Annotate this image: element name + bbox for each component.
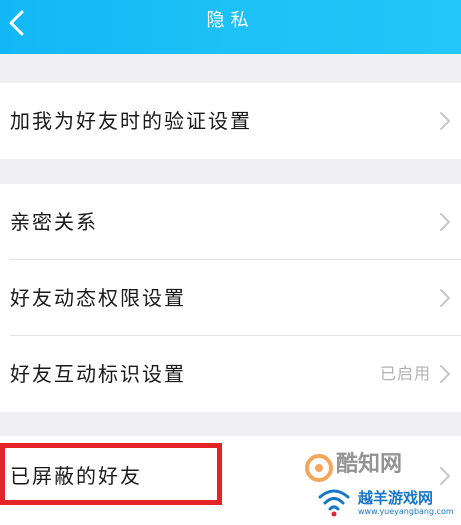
row-label: 加我为好友时的验证设置 <box>10 109 252 133</box>
chevron-right-icon <box>439 364 451 384</box>
watermark: 酷知网 越羊游戏网 www.yueyangbang.com <box>272 447 461 525</box>
chevron-right-icon <box>439 111 451 131</box>
watermark-site-name: 越羊游戏网 <box>358 489 434 507</box>
row-label: 好友互动标识设置 <box>10 362 186 386</box>
watermark-text: 酷知网 <box>336 452 403 477</box>
watermark-logo-icon <box>304 453 334 483</box>
chevron-right-icon <box>439 212 451 232</box>
intimate-relationship-row[interactable]: 亲密关系 <box>0 184 461 260</box>
row-label: 已屏蔽的好友 <box>10 464 142 488</box>
title-bar: 隐私 <box>0 0 461 54</box>
verification-group: 加我为好友时的验证设置 <box>0 83 461 159</box>
verification-settings-row[interactable]: 加我为好友时的验证设置 <box>0 83 461 159</box>
row-label: 亲密关系 <box>10 210 98 234</box>
chevron-right-icon <box>439 288 451 308</box>
friends-settings-group: 亲密关系 好友动态权限设置 好友互动标识设置 已启用 <box>0 184 461 412</box>
watermark-url: www.yueyangbang.com <box>358 507 454 516</box>
wifi-icon <box>316 483 352 519</box>
friend-interaction-badge-row[interactable]: 好友互动标识设置 已启用 <box>0 336 461 412</box>
status-value: 已启用 <box>379 364 431 383</box>
row-label: 好友动态权限设置 <box>10 286 186 310</box>
page-title: 隐私 <box>206 10 255 31</box>
friend-moments-permission-row[interactable]: 好友动态权限设置 <box>0 260 461 336</box>
